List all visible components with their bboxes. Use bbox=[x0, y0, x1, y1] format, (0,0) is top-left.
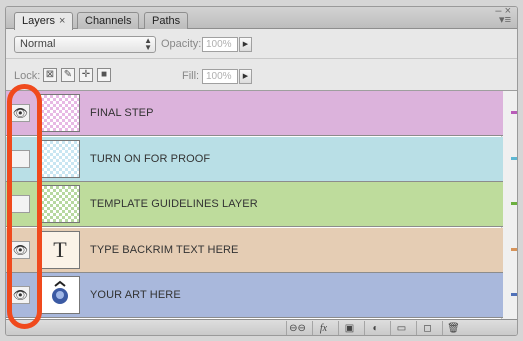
layer-name: TEMPLATE GUIDELINES LAYER bbox=[90, 198, 258, 211]
mask-icon[interactable]: ▣ bbox=[338, 321, 360, 335]
fill-slider-button[interactable]: ▶ bbox=[239, 69, 252, 84]
window-controls: – × ▾≡ bbox=[495, 7, 511, 26]
tab-bar: Layers × Channels Paths – × ▾≡ bbox=[6, 7, 517, 30]
eye-icon[interactable]: 👁 bbox=[11, 104, 30, 122]
layer-name: FINAL STEP bbox=[90, 107, 154, 119]
lock-all-icon[interactable]: ■ bbox=[97, 68, 111, 82]
select-arrows-icon: ▲ ▼ bbox=[144, 36, 152, 52]
layer-thumbnail[interactable] bbox=[40, 276, 80, 315]
bottom-toolbar: ⊖⊖ fx ▣ ◐ ▭ ◻ 🗑 bbox=[6, 319, 517, 335]
layer-row[interactable]: TURN ON FOR PROOF bbox=[6, 136, 517, 182]
trash-icon[interactable]: 🗑 bbox=[442, 321, 464, 335]
layer-thumbnail[interactable]: T bbox=[40, 230, 80, 269]
layer-color-tick bbox=[511, 293, 517, 297]
layer-row[interactable]: 👁 FINAL STEP bbox=[6, 91, 517, 136]
layer-color-tick bbox=[511, 202, 517, 206]
eye-icon[interactable]: 👁 bbox=[11, 286, 30, 305]
opacity-slider-button[interactable]: ▶ bbox=[239, 37, 252, 52]
new-layer-icon[interactable]: ◻ bbox=[416, 321, 438, 335]
layer-color-tick bbox=[511, 111, 517, 114]
blend-mode-select[interactable]: Normal ▲ ▼ bbox=[14, 36, 156, 53]
tab-channels-label: Channels bbox=[85, 15, 132, 27]
fill-label: Fill: bbox=[182, 70, 200, 82]
layers-panel: Layers × Channels Paths – × ▾≡ Normal ▲ ▼ … bbox=[5, 6, 518, 336]
opacity-field[interactable]: 100% bbox=[202, 37, 238, 52]
panel-menu-icon[interactable]: ▾≡ bbox=[499, 14, 511, 26]
layer-name: TURN ON FOR PROOF bbox=[90, 152, 211, 165]
tab-channels[interactable]: Channels bbox=[77, 12, 140, 29]
layer-color-tick bbox=[511, 156, 517, 160]
eye-icon[interactable]: 👁 bbox=[11, 240, 30, 259]
lock-row: Lock: ⊠ ✎ ✛ ■ Fill: 100% ▶ bbox=[6, 59, 517, 91]
tab-paths[interactable]: Paths bbox=[144, 12, 189, 29]
blend-mode-value: Normal bbox=[20, 38, 56, 50]
tab-paths-label: Paths bbox=[152, 15, 181, 27]
layer-color-tick bbox=[511, 247, 517, 251]
visibility-toggle[interactable] bbox=[11, 195, 30, 214]
opacity-label: Opacity: bbox=[161, 38, 202, 50]
layer-name: YOUR ART HERE bbox=[90, 289, 181, 302]
layer-row[interactable]: 👁 YOUR ART HERE bbox=[6, 273, 517, 319]
tab-layers-label: Layers bbox=[22, 15, 56, 27]
layer-row[interactable]: TEMPLATE GUIDELINES LAYER bbox=[6, 182, 517, 228]
blend-row: Normal ▲ ▼ Opacity: 100% ▶ bbox=[6, 29, 517, 59]
tab-layers[interactable]: Layers × bbox=[14, 12, 74, 30]
lock-paint-icon[interactable]: ✎ bbox=[61, 68, 75, 82]
folder-icon[interactable]: ▭ bbox=[390, 321, 412, 335]
lock-move-icon[interactable]: ✛ bbox=[79, 68, 93, 82]
layer-name: TYPE BACKRIM TEXT HERE bbox=[90, 243, 239, 256]
fx-icon[interactable]: fx bbox=[312, 321, 334, 335]
lock-transparent-icon[interactable]: ⊠ bbox=[43, 68, 57, 82]
layer-list: 👁 FINAL STEP TURN ON FOR PROOF TEMPLATE GUI… bbox=[6, 91, 517, 319]
close-tab-icon[interactable]: × bbox=[59, 15, 65, 27]
layer-row[interactable]: 👁 T TYPE BACKRIM TEXT HERE bbox=[6, 227, 517, 273]
layer-thumbnail[interactable] bbox=[40, 185, 80, 224]
fill-field[interactable]: 100% bbox=[202, 69, 238, 84]
adjustment-icon[interactable]: ◐ bbox=[364, 321, 386, 335]
visibility-toggle[interactable] bbox=[11, 149, 30, 168]
layer-thumbnail[interactable] bbox=[40, 139, 80, 178]
lock-label: Lock: bbox=[14, 70, 41, 82]
link-icon[interactable]: ⊖⊖ bbox=[286, 321, 308, 335]
layer-thumbnail[interactable] bbox=[40, 94, 80, 132]
